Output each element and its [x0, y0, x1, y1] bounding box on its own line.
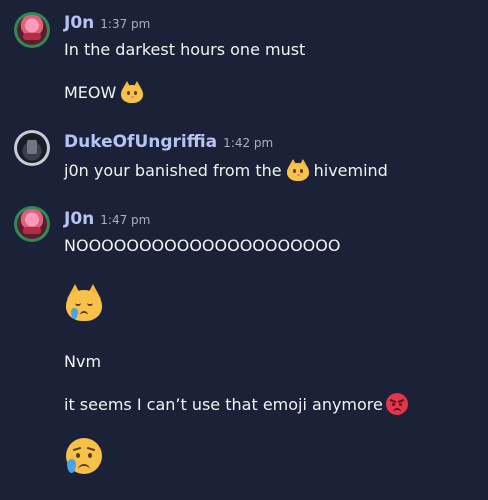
message-line: In the darkest hours one must	[64, 40, 306, 59]
message-text: Nvm	[64, 352, 101, 371]
username[interactable]: J0n	[64, 209, 94, 229]
username[interactable]: J0n	[64, 13, 94, 33]
message-header: DukeOfUngriffia 1:42 pm	[64, 132, 273, 152]
username[interactable]: DukeOfUngriffia	[64, 132, 217, 152]
grinning-cat-emoji-icon	[286, 159, 310, 181]
message-line: Nvm	[64, 352, 102, 371]
message-text: MEOW	[64, 81, 144, 103]
user-avatar[interactable]	[14, 130, 50, 166]
message-line: it seems I can’t use that emoji anymore	[64, 394, 383, 414]
message-line: MEOW	[64, 82, 117, 102]
angry-face-emoji-icon	[385, 393, 408, 415]
grinning-cat-emoji-icon	[120, 81, 144, 103]
user-avatar[interactable]	[14, 206, 50, 242]
timestamp: 1:37 pm	[100, 17, 151, 31]
message-emoji	[64, 284, 104, 322]
crying-cat-emoji-icon	[64, 284, 104, 322]
message-emoji	[64, 436, 104, 476]
message-header: J0n 1:37 pm	[64, 13, 150, 33]
message-text: it seems I can’t use that emoji anymore	[64, 393, 408, 415]
message-line: NOOOOOOOOOOOOOOOOOOOOO	[64, 236, 341, 255]
message-text: NOOOOOOOOOOOOOOOOOOOOO	[64, 236, 340, 255]
sad-tear-face-emoji-icon	[64, 436, 104, 476]
message-text: j0n your banished from the hivemind	[64, 159, 388, 181]
message-line: j0n your banished from the	[64, 160, 282, 180]
timestamp: 1:47 pm	[100, 213, 151, 227]
timestamp: 1:42 pm	[223, 136, 274, 150]
user-avatar[interactable]	[14, 12, 50, 48]
message-line: hivemind	[313, 160, 388, 180]
message-text: In the darkest hours one must	[64, 40, 305, 59]
message-header: J0n 1:47 pm	[64, 209, 150, 229]
